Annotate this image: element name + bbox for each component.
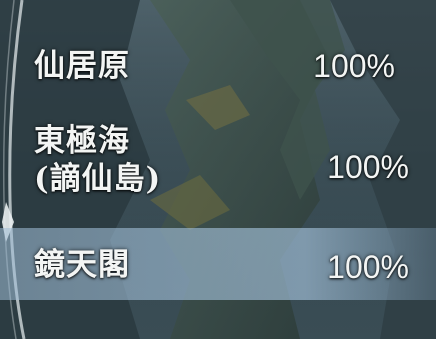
region-progress: 100% [313,48,395,84]
region-name: 仙居原 [34,48,130,84]
list-item[interactable]: 東極海 (謫仙島) 100% [0,118,436,218]
list-item-selected[interactable]: 鏡天閣 100% [0,228,436,300]
region-progress: 100% [327,249,409,285]
list-item[interactable]: 仙居原 100% [0,44,436,88]
region-name: 鏡天閣 [34,247,130,283]
region-name: 東極海 (謫仙島) [34,123,162,197]
region-progress: 100% [327,149,409,185]
region-progress-list: 仙居原 100% 東極海 (謫仙島) 100% 鏡天閣 100% [0,0,436,339]
